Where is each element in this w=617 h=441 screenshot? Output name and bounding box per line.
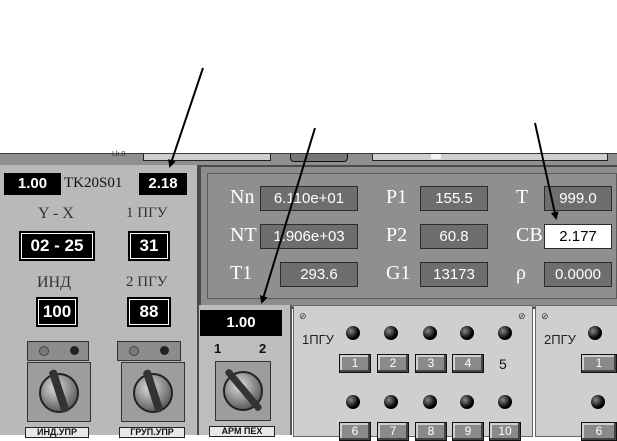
param-label: T1 (230, 262, 253, 284)
unit-button-6[interactable]: 6 (339, 422, 371, 441)
unit-button-10[interactable]: 10 (489, 422, 521, 441)
unit-label-5: 5 (499, 356, 507, 372)
arm-mode-switch[interactable] (215, 361, 271, 421)
yx-label: Y - X (38, 205, 74, 222)
indicator-led-icon (39, 346, 49, 356)
pgu1-value-display: 31 (128, 231, 170, 261)
unit-button-2[interactable]: 2 (377, 354, 409, 373)
top-value-display: 1.00 (4, 173, 61, 195)
toolbar-field-2[interactable] (372, 154, 608, 161)
param-value: 155.5 (420, 186, 488, 211)
toolbar-slider-thumb[interactable] (431, 154, 441, 159)
status-led-icon (460, 395, 474, 409)
unit-button-3[interactable]: 3 (415, 354, 447, 373)
ind-label: ИНД (37, 274, 72, 291)
group-control-plate: ГРУП.УПР (119, 427, 185, 438)
status-led-icon (423, 326, 437, 340)
param-label: Nn (230, 186, 255, 208)
indicator-led-icon (160, 346, 169, 355)
top-value2-display: 2.18 (139, 173, 187, 195)
parameters-panel: Nn 6.110e+01 P1 155.5 T 999.0 NT 1.906e+… (199, 165, 617, 309)
settings-icon: ⊘ (299, 311, 307, 321)
group-mode-switch[interactable] (121, 362, 185, 422)
ind-control-plate: ИНД.УПР (25, 427, 89, 438)
param-value: 293.6 (280, 262, 358, 287)
param-label: P1 (386, 186, 408, 208)
param-value: 999.0 (544, 186, 612, 211)
param-value: 1.906e+03 (260, 224, 358, 249)
pgu2-panel: ⊘ 2ПГУ 1 6 (535, 305, 617, 441)
param-label: CB (516, 224, 543, 246)
pgu1-panel: ⊘ ⊘ 1ПГУ 1 2 3 4 5 6 7 8 9 10 (293, 305, 533, 441)
unit-code-label: TK20S01 (64, 175, 123, 191)
arm-position-2: 2 (259, 341, 267, 356)
settings-icon: ⊘ (518, 311, 526, 321)
parameters-grid: Nn 6.110e+01 P1 155.5 T 999.0 NT 1.906e+… (207, 173, 617, 299)
status-led-icon (498, 395, 512, 409)
indicator-led-icon (129, 346, 139, 356)
status-led-icon (460, 326, 474, 340)
pgu2-label: 2 ПГУ (126, 274, 168, 290)
param-label: ρ (516, 262, 526, 284)
toolbar-small-label: Lk.0 (112, 151, 126, 158)
pgu2-value-display: 88 (127, 297, 171, 327)
arm-value-display: 1.00 (200, 310, 282, 336)
status-led-icon (498, 326, 512, 340)
unit-button-6[interactable]: 6 (581, 422, 617, 441)
unit-button-9[interactable]: 9 (452, 422, 484, 441)
unit-button-8[interactable]: 8 (415, 422, 447, 441)
param-value: 0.0000 (544, 262, 612, 287)
left-control-panel: 1.00 TK20S01 2.18 Y - X 1 ПГУ 02 - 25 31… (0, 165, 199, 438)
param-value: 60.8 (420, 224, 488, 249)
yx-value-display: 02 - 25 (19, 231, 95, 261)
param-label: P2 (386, 224, 408, 246)
group-indicator-strip (117, 341, 181, 361)
unit-button-7[interactable]: 7 (377, 422, 409, 441)
pgu1-label: 1 ПГУ (126, 205, 168, 221)
settings-icon: ⊘ (541, 311, 549, 321)
toolbar-button[interactable] (290, 154, 348, 162)
ind-value-display: 100 (36, 297, 78, 327)
ind-indicator-strip (27, 341, 89, 361)
param-label: G1 (386, 262, 411, 284)
indicator-led-icon (70, 346, 79, 355)
unit-button-1[interactable]: 1 (581, 354, 617, 373)
param-value: 13173 (420, 262, 488, 287)
param-value: 6.110e+01 (260, 186, 358, 211)
ind-mode-switch[interactable] (27, 362, 91, 422)
param-label: NT (230, 224, 257, 246)
status-led-icon (384, 395, 398, 409)
pgu2-panel-label: 2ПГУ (544, 332, 576, 347)
status-led-icon (346, 326, 360, 340)
status-led-icon (423, 395, 437, 409)
unit-button-1[interactable]: 1 (339, 354, 371, 373)
arm-panel: 1.00 1 2 АРМ ПЕХ (199, 305, 292, 437)
annotation-arrow (168, 67, 204, 168)
status-led-icon (384, 326, 398, 340)
param-value-highlighted: 2.177 (544, 224, 612, 249)
unit-button-4[interactable]: 4 (452, 354, 484, 373)
pgu1-panel-label: 1ПГУ (302, 332, 334, 347)
arm-position-1: 1 (214, 341, 222, 356)
toolbar-field-1[interactable] (143, 154, 271, 161)
param-label: T (516, 186, 529, 208)
status-led-icon (588, 326, 602, 340)
status-led-icon (346, 395, 360, 409)
arm-plate: АРМ ПЕХ (209, 426, 275, 437)
status-led-icon (591, 395, 605, 409)
